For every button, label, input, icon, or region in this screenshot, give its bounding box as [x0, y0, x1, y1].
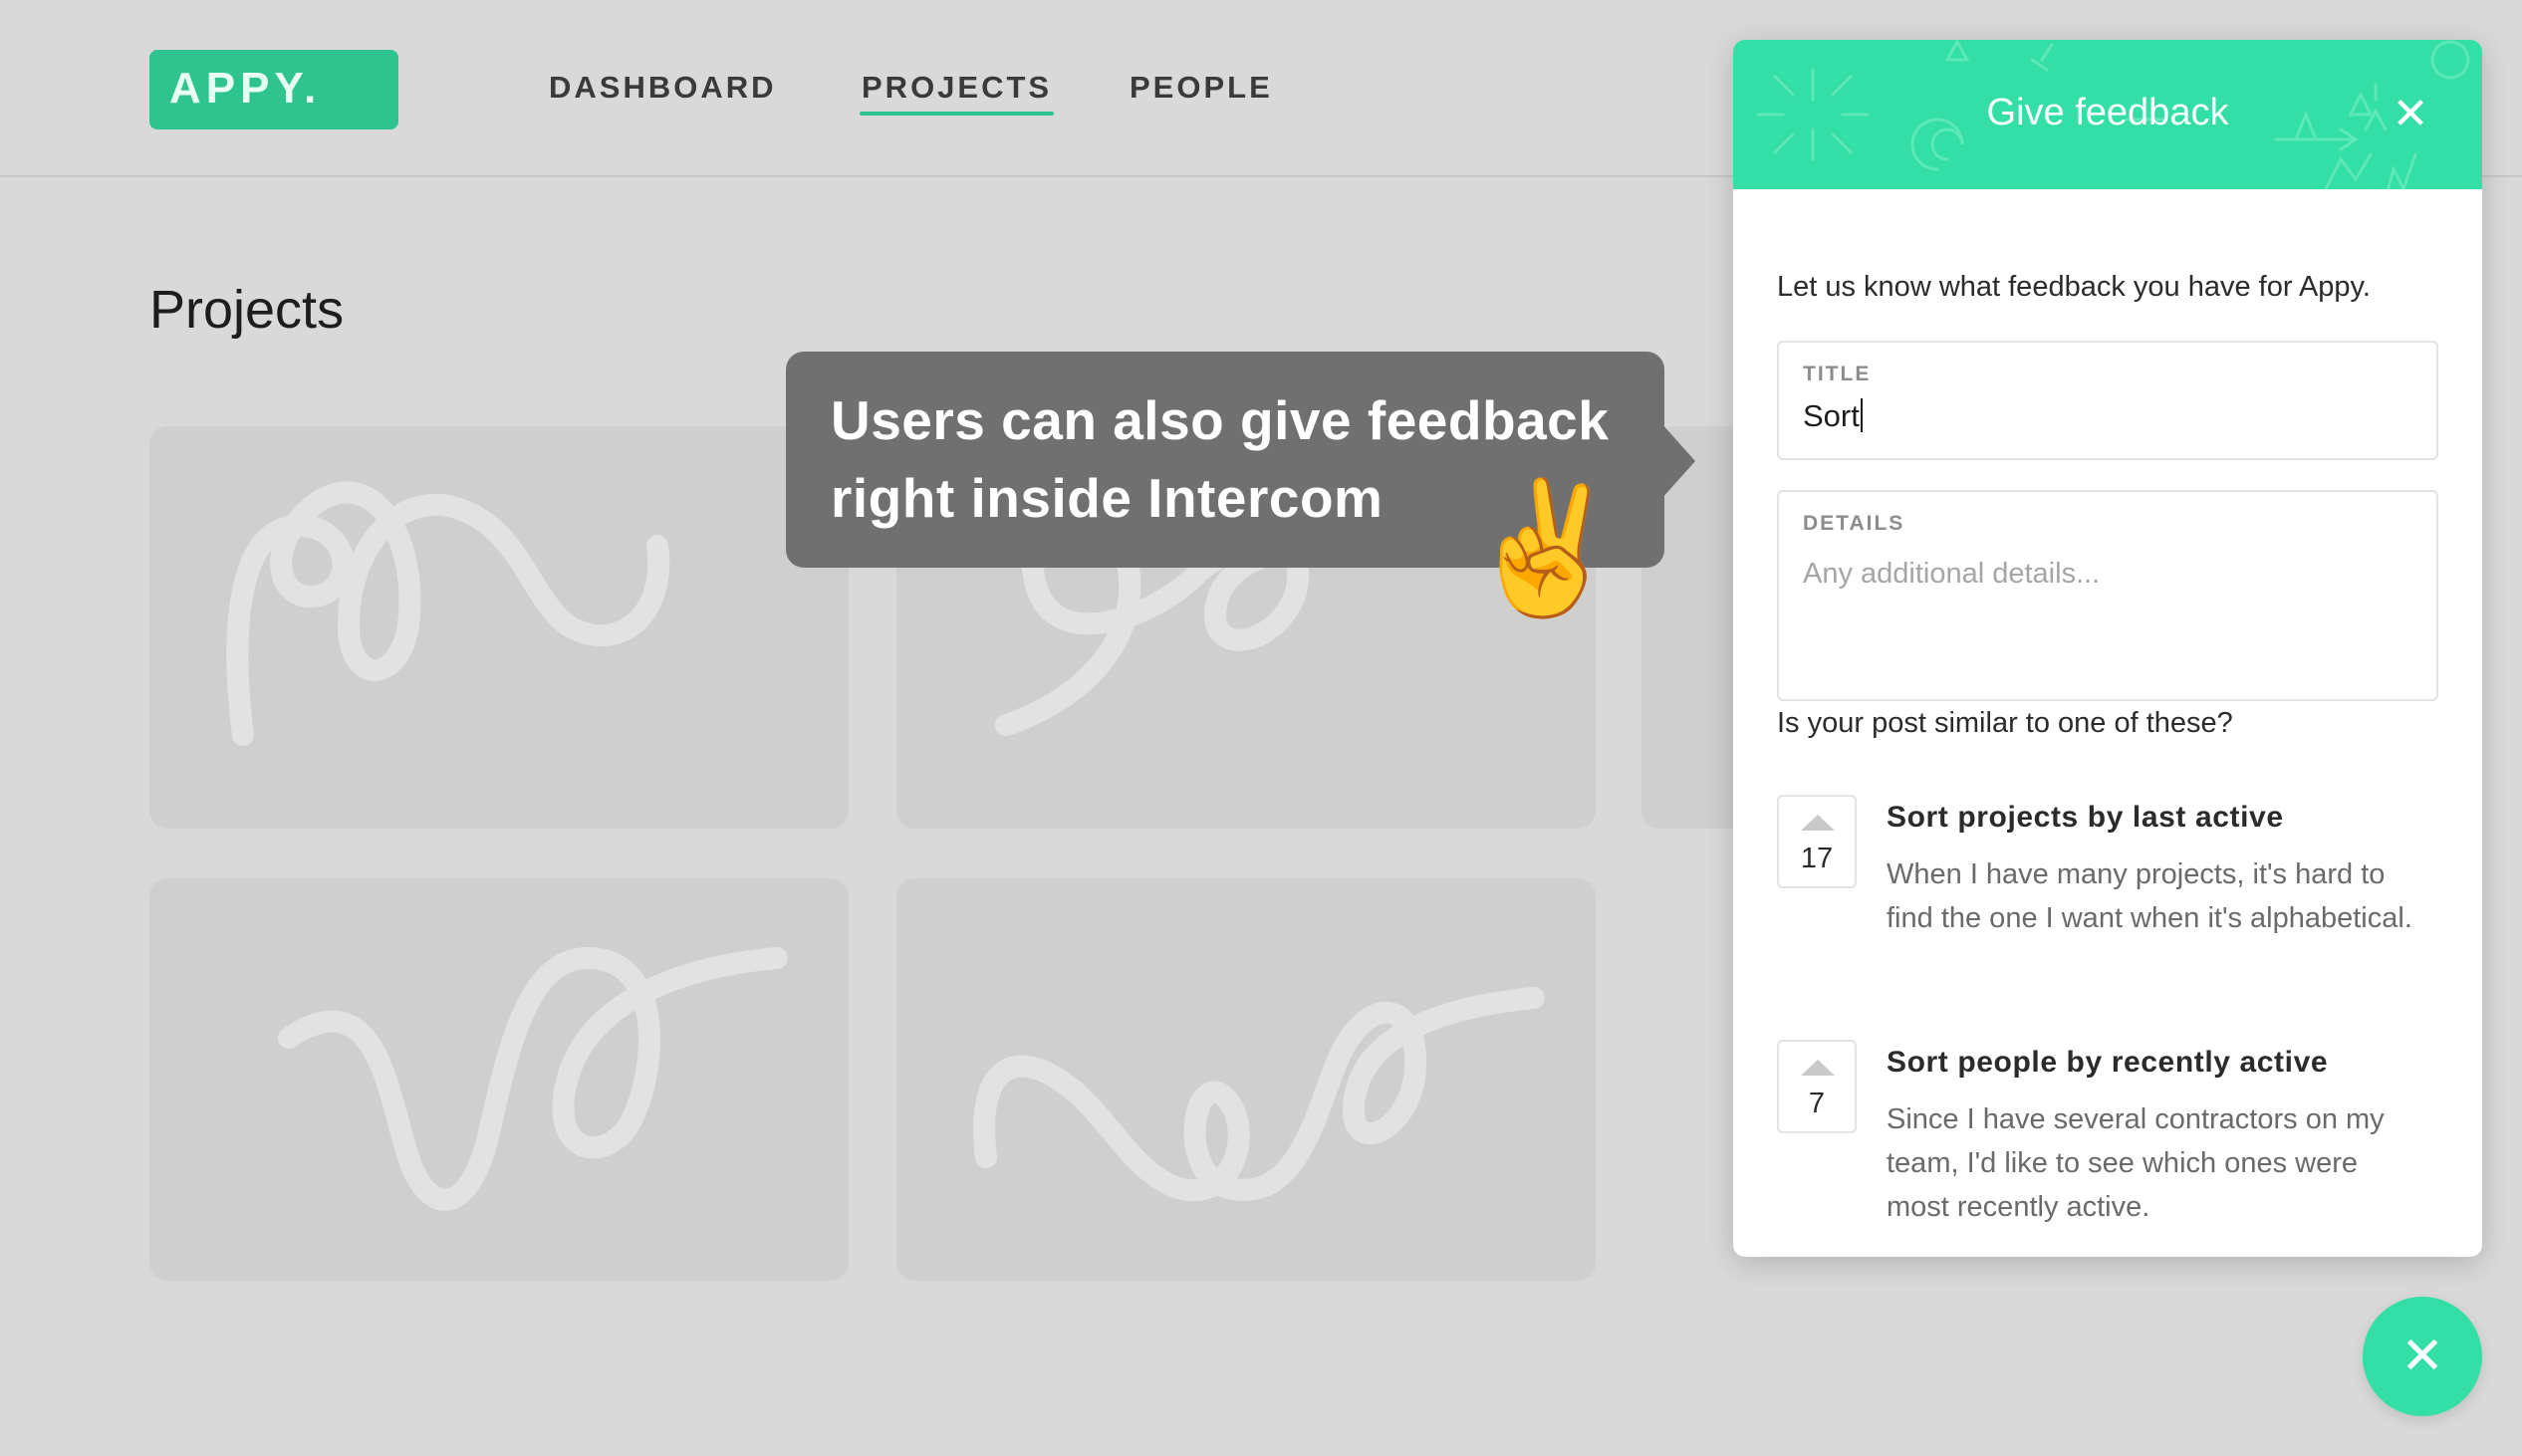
details-field[interactable]: DETAILS Any additional details...	[1777, 490, 2438, 701]
suggestion-description: Since I have several contractors on my t…	[1887, 1103, 2385, 1223]
tooltip-pointer	[1661, 423, 1695, 499]
tooltip-line-1: Users can also give feedback	[831, 389, 1610, 451]
nav-item-dashboard[interactable]: DASHBOARD	[549, 70, 777, 106]
upvote-arrow-icon	[1801, 815, 1835, 831]
page-title: Projects	[149, 280, 345, 340]
title-field-label: TITLE	[1803, 363, 1872, 385]
suggestion-item[interactable]: 7 Sort people by recently active Since I…	[1777, 1040, 2434, 1239]
panel-header: Give feedback ✕	[1733, 40, 2482, 189]
suggestion-item[interactable]: 17 Sort projects by last active When I h…	[1777, 795, 2434, 994]
panel-title: Give feedback	[1986, 92, 2229, 133]
upvote-button[interactable]: 17	[1777, 795, 1857, 888]
victory-hand-icon: ✌️	[1464, 475, 1626, 620]
close-icon: ✕	[2400, 1328, 2444, 1385]
close-icon[interactable]: ✕	[2391, 93, 2430, 136]
details-field-label: DETAILS	[1803, 512, 1905, 535]
intro-text: Let us know what feedback you have for A…	[1777, 271, 2371, 303]
project-card[interactable]	[149, 878, 849, 1281]
title-field[interactable]: TITLE Sort	[1777, 341, 2438, 460]
panel-body: Let us know what feedback you have for A…	[1733, 189, 2482, 1257]
squiggle-illustration	[226, 481, 670, 746]
squiggle-illustration	[278, 946, 788, 1211]
vote-count: 7	[1808, 1088, 1826, 1119]
project-card[interactable]	[896, 878, 1596, 1281]
upvote-button[interactable]: 7	[1777, 1040, 1857, 1133]
nav-item-people[interactable]: PEOPLE	[1130, 70, 1273, 106]
vote-count: 17	[1800, 843, 1834, 874]
feedback-panel: Give feedback ✕ Let us know what feedbac…	[1733, 40, 2482, 1257]
title-input-text: Sort	[1803, 398, 1860, 433]
suggestion-description: When I have many projects, it's hard to …	[1887, 858, 2412, 934]
text-caret	[1860, 398, 1863, 432]
suggestion-title[interactable]: Sort people by recently active	[1887, 1046, 2328, 1080]
squiggle-illustration	[973, 987, 1545, 1201]
nav-item-projects[interactable]: PROJECTS	[859, 70, 1055, 116]
title-field-value[interactable]: Sort	[1803, 398, 1863, 434]
messenger-launcher-button[interactable]: ✕	[2363, 1297, 2482, 1416]
suggestion-title[interactable]: Sort projects by last active	[1887, 801, 2284, 835]
details-placeholder: Any additional details...	[1803, 558, 2101, 590]
project-card[interactable]	[149, 426, 849, 829]
upvote-arrow-icon	[1801, 1060, 1835, 1076]
similar-posts-question: Is your post similar to one of these?	[1777, 707, 2233, 739]
appy-logo[interactable]: APPY.	[149, 50, 398, 129]
